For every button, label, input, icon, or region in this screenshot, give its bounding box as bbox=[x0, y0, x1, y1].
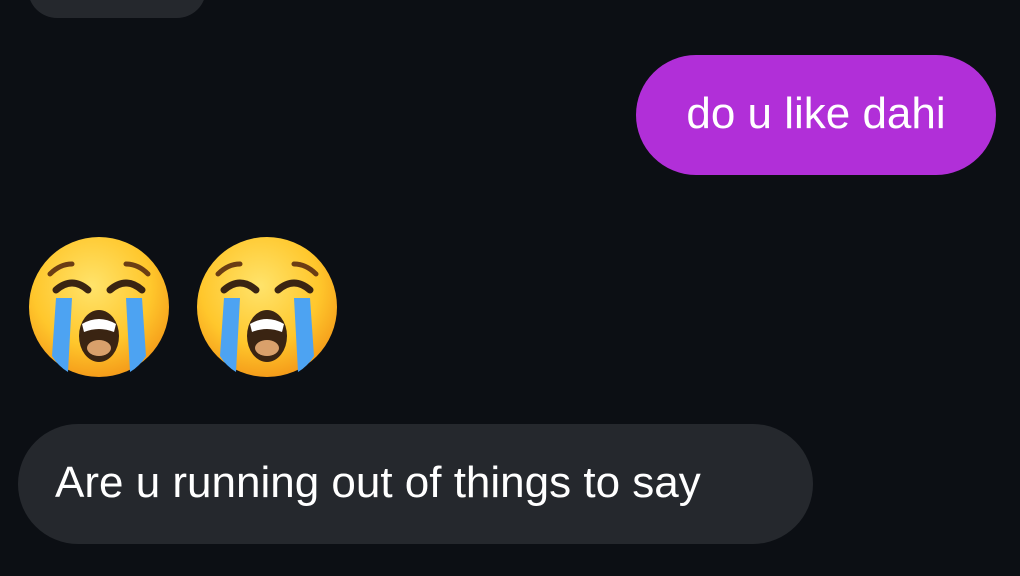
chat-thread: do u like dahi Are u running out of thin… bbox=[0, 0, 1020, 576]
outgoing-message-bubble[interactable]: do u like dahi bbox=[636, 55, 996, 175]
emoji-message[interactable] bbox=[28, 236, 338, 378]
incoming-message-bubble[interactable]: Are u running out of things to say bbox=[18, 424, 813, 544]
incoming-message-text: Are u running out of things to say bbox=[55, 458, 701, 507]
previous-incoming-message-bubble[interactable] bbox=[28, 0, 206, 18]
loudly-crying-face-icon bbox=[196, 236, 338, 378]
outgoing-message-text: do u like dahi bbox=[686, 89, 946, 138]
loudly-crying-face-icon bbox=[28, 236, 170, 378]
